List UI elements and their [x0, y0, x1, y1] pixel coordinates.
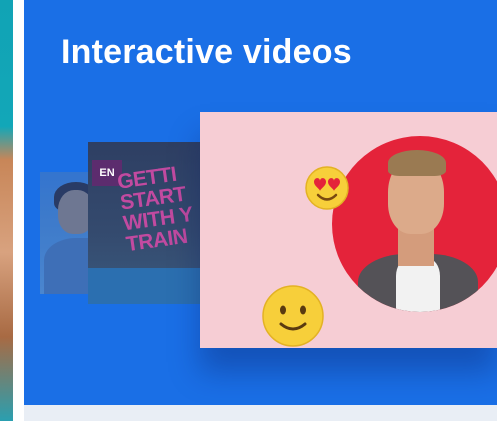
- adjacent-card-edge: [0, 0, 13, 421]
- training-floor: [88, 268, 208, 304]
- card-title: Interactive videos: [61, 33, 352, 71]
- interactive-videos-card[interactable]: Interactive videos EN GETTI START WITH Y…: [24, 0, 497, 421]
- smiley-emoji-icon: [262, 285, 324, 347]
- video-preview-panel: [200, 112, 497, 348]
- presenter-hair: [388, 150, 446, 176]
- presenter-circle: [332, 136, 497, 312]
- presenter-shirt: [396, 258, 440, 312]
- heart-eyes-emoji-icon: [305, 166, 349, 210]
- video-thumbnail-training: EN GETTI START WITH Y TRAIN: [88, 142, 208, 304]
- card-bottom-edge: [24, 405, 497, 421]
